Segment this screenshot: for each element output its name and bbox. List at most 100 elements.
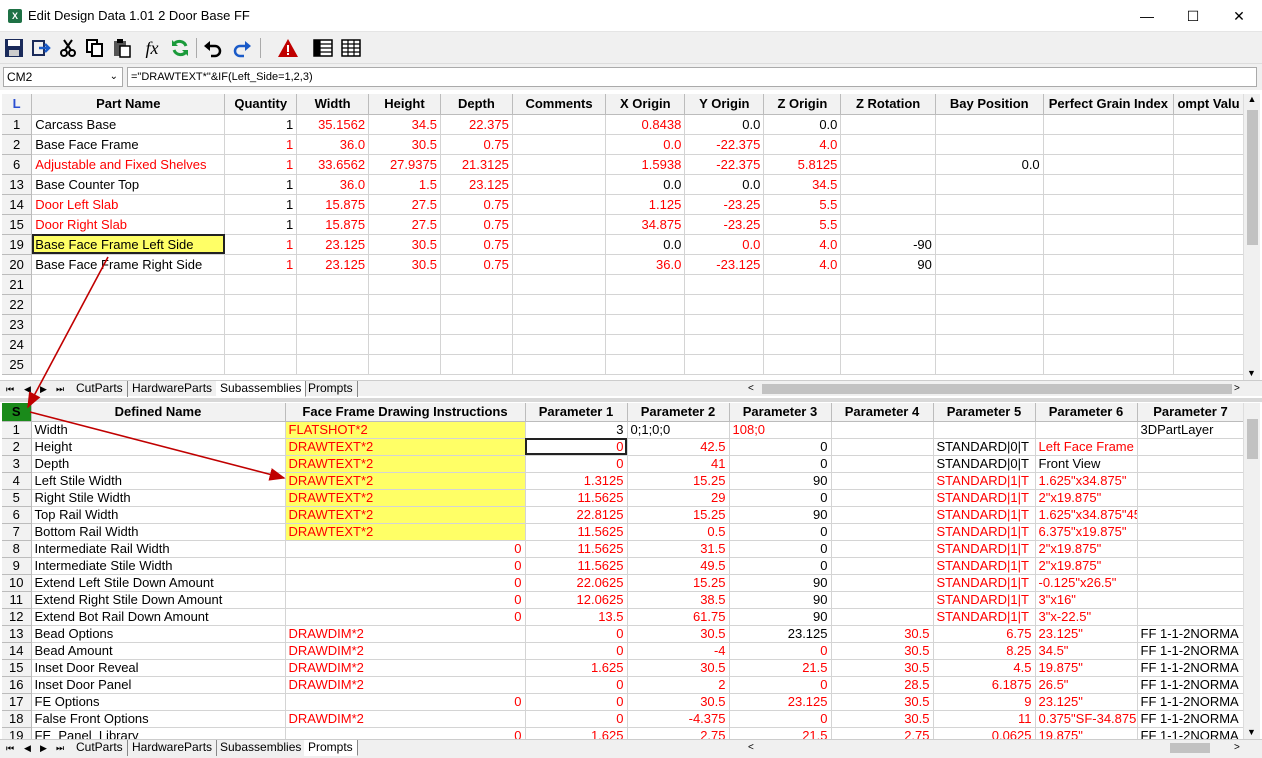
scroll-up-icon[interactable]: ▲ (1244, 94, 1260, 104)
cell-pv[interactable] (1173, 194, 1244, 215)
cell-h[interactable]: 30.5 (368, 234, 441, 255)
parameter-1-cell[interactable]: 0 (525, 710, 628, 728)
parameter-2-cell[interactable]: 31.5 (627, 540, 730, 558)
first-sheet-icon[interactable]: ⏮ (6, 740, 14, 756)
part-name-cell[interactable]: Base Face Frame Right Side (31, 254, 226, 275)
defined-name-cell[interactable]: Inset Door Panel (31, 676, 286, 694)
cell-pg[interactable] (1043, 214, 1175, 235)
row-header[interactable]: 3 (2, 455, 32, 473)
cell-d[interactable] (440, 314, 513, 335)
row-header[interactable]: 4 (2, 472, 32, 490)
cell-qty[interactable]: 1 (224, 114, 298, 135)
row-header[interactable]: 15 (2, 659, 32, 677)
part-name-cell[interactable] (31, 314, 226, 335)
prev-sheet-icon[interactable]: ◀ (24, 381, 31, 397)
cell-pv[interactable] (1173, 294, 1244, 315)
cell-cm[interactable] (512, 274, 607, 295)
parameter-2-cell[interactable]: 41 (627, 455, 730, 473)
parameter-5-cell[interactable]: STANDARD|0|T (933, 455, 1036, 473)
part-name-cell[interactable]: Base Face Frame Left Side (31, 234, 226, 255)
parameter-5-cell[interactable]: STANDARD|1|T (933, 506, 1036, 524)
parameter-6-cell[interactable]: 3"x16" (1035, 591, 1138, 609)
row-header[interactable]: 2 (2, 134, 33, 155)
cell-z[interactable] (763, 354, 842, 375)
cell-pg[interactable] (1043, 334, 1175, 355)
parameter-5-cell[interactable]: 4.5 (933, 659, 1036, 677)
defined-name-cell[interactable]: Extend Bot Rail Down Amount (31, 608, 286, 626)
parameter-1-cell[interactable]: 11.5625 (525, 557, 628, 575)
sheet-tab-prompts[interactable]: Prompts (304, 740, 358, 756)
cell-y[interactable] (684, 294, 765, 315)
parameter-2-cell[interactable]: -4.375 (627, 710, 730, 728)
cell-cm[interactable] (512, 134, 607, 155)
defined-name-cell[interactable]: Bead Amount (31, 642, 286, 660)
cell-w[interactable] (296, 314, 370, 335)
cell-w[interactable]: 33.6562 (296, 154, 370, 175)
drawing-instruction-cell[interactable]: 0 (285, 693, 526, 711)
cell-d[interactable]: 0.75 (440, 134, 513, 155)
parameter-5-cell[interactable]: STANDARD|1|T (933, 523, 1036, 541)
column-header[interactable]: Quantity (224, 94, 298, 115)
cell-z[interactable]: 4.0 (763, 134, 842, 155)
column-header[interactable]: Parameter 4 (831, 403, 934, 422)
cell-pv[interactable] (1173, 234, 1244, 255)
parameter-2-cell[interactable]: 42.5 (627, 438, 730, 456)
parameter-3-cell[interactable]: 0 (729, 710, 832, 728)
column-header[interactable]: Defined Name (31, 403, 286, 422)
cell-d[interactable]: 22.375 (440, 114, 513, 135)
parameter-7-cell[interactable]: FF 1-1-2NORMA (1137, 659, 1245, 677)
defined-name-cell[interactable]: Left Stile Width (31, 472, 286, 490)
cell-z[interactable] (763, 334, 842, 355)
parameter-1-cell[interactable]: 0 (525, 455, 628, 473)
row-header[interactable]: 23 (2, 314, 33, 335)
parameter-3-cell[interactable]: 0 (729, 557, 832, 575)
parameter-4-cell[interactable] (831, 506, 934, 524)
cell-w[interactable]: 36.0 (296, 174, 370, 195)
column-header[interactable]: Width (296, 94, 370, 115)
parameter-4-cell[interactable] (831, 557, 934, 575)
next-sheet-icon[interactable]: ▶ (40, 381, 47, 397)
cell-qty[interactable]: 1 (224, 234, 298, 255)
cell-pv[interactable] (1173, 354, 1244, 375)
parameter-1-cell[interactable]: 11.5625 (525, 540, 628, 558)
cell-d[interactable] (440, 274, 513, 295)
parameter-3-cell[interactable]: 0 (729, 523, 832, 541)
cell-x[interactable] (605, 314, 686, 335)
defined-name-cell[interactable]: Bead Options (31, 625, 286, 643)
parameter-6-cell[interactable]: 19.875" (1035, 659, 1138, 677)
part-name-cell[interactable] (31, 334, 226, 355)
parameter-3-cell[interactable]: 90 (729, 591, 832, 609)
parameter-5-cell[interactable]: STANDARD|0|T (933, 438, 1036, 456)
parameter-3-cell[interactable]: 90 (729, 506, 832, 524)
cell-bay[interactable] (935, 274, 1044, 295)
cell-x[interactable]: 0.0 (605, 134, 686, 155)
cell-z[interactable] (763, 274, 842, 295)
parameter-1-cell[interactable]: 22.8125 (525, 506, 628, 524)
undo-icon[interactable] (201, 36, 225, 60)
parameter-5-cell[interactable]: STANDARD|1|T (933, 540, 1036, 558)
parameter-6-cell[interactable]: 23.125" (1035, 625, 1138, 643)
copy-icon[interactable] (83, 36, 107, 60)
parameter-1-cell[interactable]: 22.0625 (525, 574, 628, 592)
defined-name-cell[interactable]: Intermediate Stile Width (31, 557, 286, 575)
parameter-5-cell[interactable]: 6.75 (933, 625, 1036, 643)
defined-name-cell[interactable]: Depth (31, 455, 286, 473)
cell-rot[interactable] (840, 174, 936, 195)
parameter-2-cell[interactable]: 49.5 (627, 557, 730, 575)
table-view-icon[interactable] (339, 36, 363, 60)
formula-input[interactable]: ="DRAWTEXT*"&IF(Left_Side=1,2,3) (127, 67, 1257, 87)
cell-y[interactable]: -22.375 (684, 134, 765, 155)
parameter-5-cell[interactable]: STANDARD|1|T (933, 591, 1036, 609)
cell-d[interactable]: 23.125 (440, 174, 513, 195)
drawing-instruction-cell[interactable]: 0 (285, 574, 526, 592)
drawing-instruction-cell[interactable]: DRAWDIM*2 (285, 676, 526, 694)
row-header[interactable]: 6 (2, 506, 32, 524)
vertical-scrollbar[interactable]: ▲ ▼ (1243, 94, 1260, 380)
parameter-7-cell[interactable] (1137, 557, 1245, 575)
parameter-3-cell[interactable]: 23.125 (729, 693, 832, 711)
column-header[interactable]: Parameter 7 (1137, 403, 1245, 422)
parameter-3-cell[interactable]: 0 (729, 489, 832, 507)
drawing-instruction-cell[interactable]: DRAWTEXT*2 (285, 523, 526, 541)
defined-name-cell[interactable]: Extend Right Stile Down Amount (31, 591, 286, 609)
parameter-4-cell[interactable] (831, 540, 934, 558)
